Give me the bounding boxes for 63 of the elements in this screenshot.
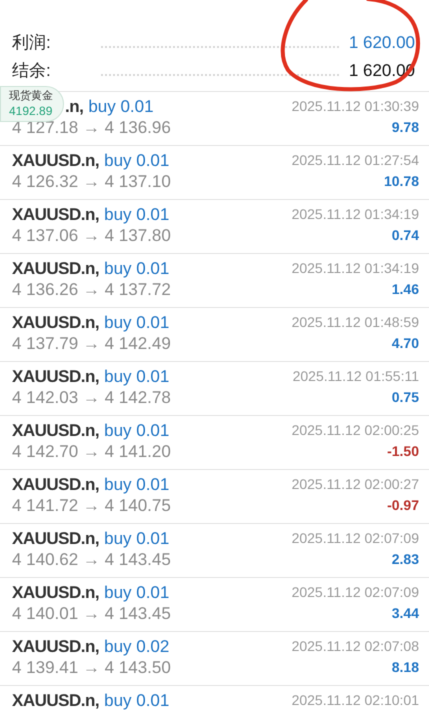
time-text: 2025.11.12 01:48:59 <box>292 313 419 332</box>
profit-text: 4.70 <box>392 334 419 352</box>
profit-text: -0.97 <box>387 496 419 514</box>
symbol-text: .n, <box>65 97 84 117</box>
order-text: buy 0.01 <box>104 151 170 171</box>
price-text: 4 127.18 → 4 136.96 <box>12 118 171 138</box>
symbol-text: XAUUSD.n, <box>12 529 100 549</box>
order-text: buy 0.01 <box>104 205 170 225</box>
time-text: 2025.11.12 01:34:19 <box>292 259 419 278</box>
summary-label: 结余: <box>12 60 51 82</box>
time-text: 2025.11.12 02:00:27 <box>292 475 419 494</box>
profit-text: 2.83 <box>392 550 419 568</box>
profit-text: 1.46 <box>392 280 419 298</box>
price-text: 4 142.70 → 4 141.20 <box>12 442 171 462</box>
price-text: 4 140.01 → 4 143.45 <box>12 604 171 624</box>
symbol-text: XAUUSD.n, <box>12 691 100 711</box>
time-text: 2025.11.12 02:07:08 <box>292 637 419 656</box>
symbol-text: XAUUSD.n, <box>12 421 100 441</box>
order-text: buy 0.01 <box>104 421 170 441</box>
symbol-text: XAUUSD.n, <box>12 205 100 225</box>
time-text: 2025.11.12 02:07:09 <box>292 583 419 602</box>
price-text: 4 136.26 → 4 137.72 <box>12 280 171 300</box>
price-text: 4 139.41 → 4 143.50 <box>12 658 171 678</box>
symbol-text: XAUUSD.n, <box>12 475 100 495</box>
time-text: 2025.11.12 02:00:25 <box>292 421 419 440</box>
price-text: 4 137.06 → 4 137.80 <box>12 226 171 246</box>
profit-text: 0.75 <box>392 388 419 406</box>
order-text: buy 0.01 <box>104 583 170 603</box>
order-text: buy 0.01 <box>104 259 170 279</box>
symbol-text: XAUUSD.n, <box>12 583 100 603</box>
profit-text: 0.74 <box>392 226 419 244</box>
badge-price: 4192.89 <box>9 103 53 119</box>
time-text: 2025.11.12 01:34:19 <box>292 205 419 224</box>
profit-text: 8.18 <box>392 658 419 676</box>
symbol-text: XAUUSD.n, <box>12 259 100 279</box>
order-text: buy 0.01 <box>104 475 170 495</box>
profit-text: 9.78 <box>392 118 419 136</box>
time-text: 2025.11.12 01:30:39 <box>292 97 419 116</box>
symbol-text: XAUUSD.n, <box>12 151 100 171</box>
profit-text: 3.44 <box>392 604 419 622</box>
time-text: 2025.11.12 02:10:01 <box>292 691 419 710</box>
time-text: 2025.11.12 02:07:09 <box>292 529 419 548</box>
profit-text: 10.78 <box>384 172 419 190</box>
summary-label: 利润: <box>12 32 51 54</box>
profit-text: -1.50 <box>387 442 419 460</box>
summary-value: 1 620.00 <box>348 32 415 54</box>
price-text: 4 142.03 → 4 142.78 <box>12 388 171 408</box>
symbol-text: XAUUSD.n, <box>12 637 100 657</box>
badge-label: 现货黄金 <box>9 89 53 103</box>
price-text: 4 140.62 → 4 143.45 <box>12 550 171 570</box>
price-text: 4 137.79 → 4 142.49 <box>12 334 171 354</box>
time-text: 2025.11.12 01:55:11 <box>292 367 419 386</box>
price-text: 4 126.32 → 4 137.10 <box>12 172 171 192</box>
time-text: 2025.11.12 01:27:54 <box>292 151 419 170</box>
order-text: buy 0.02 <box>104 637 170 657</box>
symbol-text: XAUUSD.n, <box>12 313 100 333</box>
order-text: buy 0.01 <box>104 367 170 387</box>
order-text: buy 0.01 <box>104 313 170 333</box>
price-text: 4 141.72 → 4 140.75 <box>12 496 171 516</box>
order-text: buy 0.01 <box>104 691 170 711</box>
symbol-text: XAUUSD.n, <box>12 367 100 387</box>
order-text: buy 0.01 <box>104 529 170 549</box>
order-text: buy 0.01 <box>88 97 154 117</box>
